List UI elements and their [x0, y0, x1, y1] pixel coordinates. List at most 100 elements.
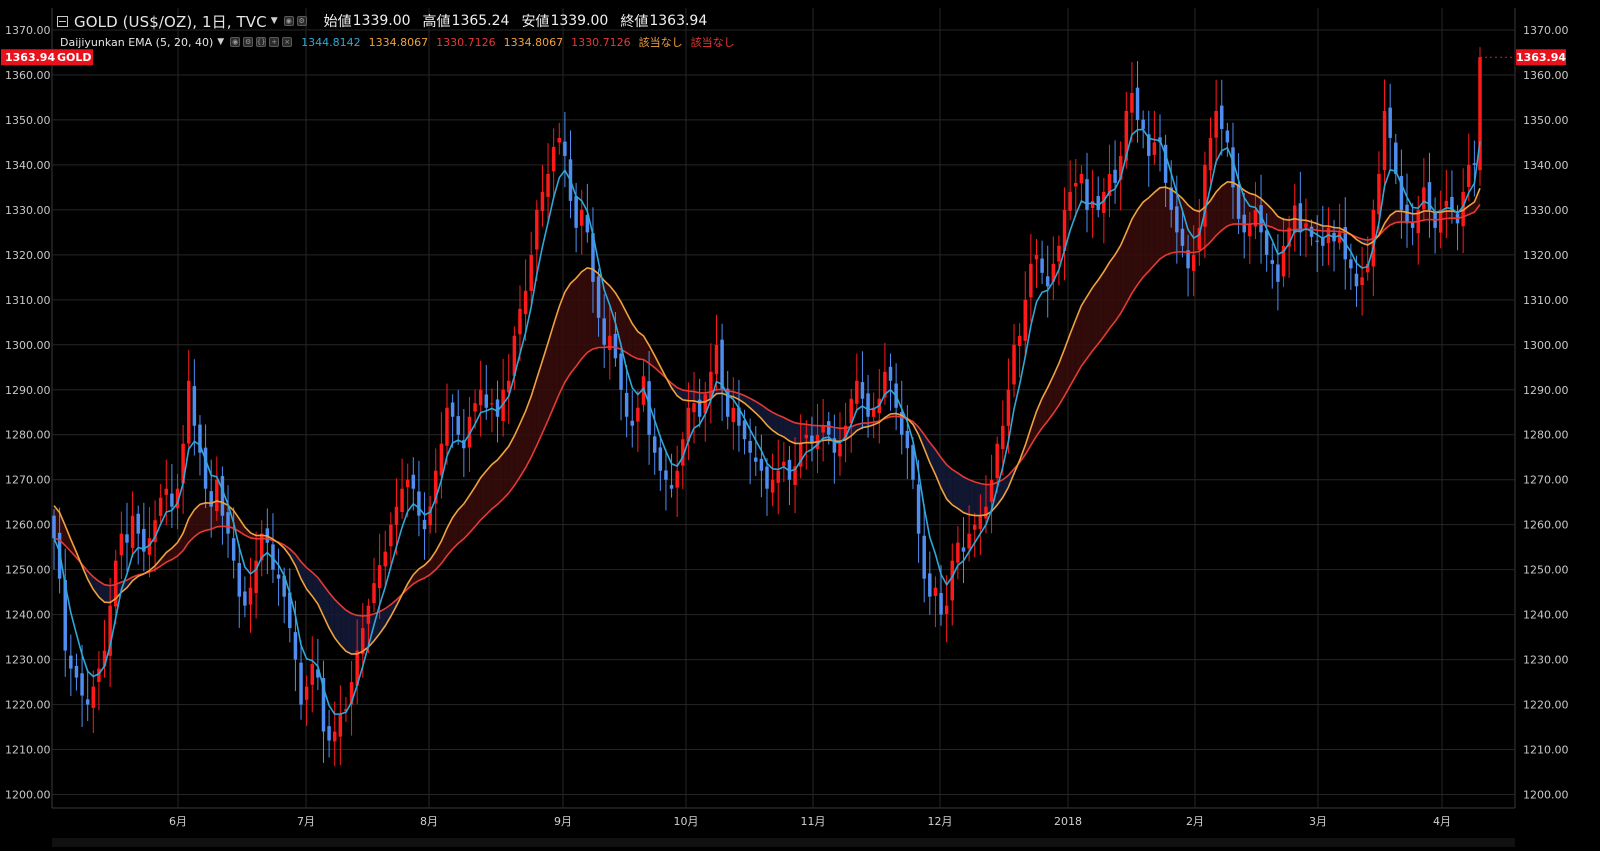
candle-body[interactable] — [518, 308, 522, 335]
candle-body[interactable] — [984, 506, 988, 519]
candle-body[interactable] — [1023, 299, 1027, 341]
candle-body[interactable] — [1012, 344, 1016, 385]
candle-body[interactable] — [1208, 137, 1213, 171]
candle-body[interactable] — [1141, 119, 1145, 129]
candle-body[interactable] — [495, 399, 500, 417]
candle-body[interactable] — [186, 380, 191, 444]
candle-body[interactable] — [1349, 259, 1353, 269]
candle-body[interactable] — [1422, 187, 1426, 210]
candle-body[interactable] — [855, 380, 859, 404]
candle-body[interactable] — [748, 440, 752, 453]
candle-body[interactable] — [579, 209, 584, 226]
candle-body[interactable] — [967, 533, 971, 549]
candle-body[interactable] — [304, 686, 309, 700]
candle-body[interactable] — [237, 562, 242, 597]
candle-body[interactable] — [1405, 204, 1409, 224]
candle-body[interactable] — [928, 573, 932, 597]
candle-body[interactable] — [405, 479, 410, 488]
candle-body[interactable] — [529, 254, 533, 291]
candle-body[interactable] — [91, 686, 96, 708]
candle-body[interactable] — [804, 434, 809, 439]
candle-body[interactable] — [1096, 196, 1100, 210]
candle-body[interactable] — [608, 335, 612, 351]
indicator-name[interactable]: Daijiyunkan EMA (5, 20, 40) — [60, 36, 213, 49]
candle-body[interactable] — [1079, 173, 1084, 184]
candle-body[interactable] — [1068, 191, 1072, 211]
candle-body[interactable] — [422, 519, 427, 530]
candle-body[interactable] — [1191, 254, 1196, 271]
candle-body[interactable] — [136, 513, 140, 534]
chevron-down-icon[interactable]: ▼ — [271, 16, 278, 26]
candle-body[interactable] — [372, 583, 376, 604]
candle-body[interactable] — [658, 447, 663, 471]
candle-body[interactable] — [1152, 142, 1157, 155]
candle-body[interactable] — [619, 353, 623, 390]
candle-body[interactable] — [203, 447, 208, 489]
candle-body[interactable] — [1130, 92, 1134, 113]
candle-body[interactable] — [158, 497, 163, 517]
symbol-title[interactable]: GOLD (US$/OZ), 1日, TVC — [74, 11, 267, 32]
candle-body[interactable] — [411, 474, 416, 489]
candle-body[interactable] — [417, 491, 421, 516]
candle-body[interactable] — [1264, 230, 1269, 255]
candle-body[interactable] — [310, 664, 314, 685]
candle-body[interactable] — [243, 591, 247, 606]
candle-body[interactable] — [226, 512, 230, 534]
candle-body[interactable] — [956, 542, 960, 563]
candle-body[interactable] — [1382, 110, 1387, 171]
candle-body[interactable] — [1298, 203, 1303, 233]
candle-body[interactable] — [439, 443, 444, 476]
candle-body[interactable] — [1040, 258, 1044, 273]
candle-body[interactable] — [765, 466, 769, 489]
candle-body[interactable] — [961, 547, 966, 552]
candle-body[interactable] — [669, 485, 674, 489]
source-code-icon[interactable]: {} — [256, 37, 267, 47]
candle-body[interactable] — [85, 699, 90, 705]
candle-body[interactable] — [74, 665, 79, 678]
candle-body[interactable] — [1074, 182, 1078, 187]
candle-body[interactable] — [1236, 184, 1241, 219]
candle-body[interactable] — [989, 479, 994, 502]
candle-body[interactable] — [1113, 169, 1117, 183]
candle-body[interactable] — [821, 425, 825, 433]
candle-body[interactable] — [478, 389, 483, 406]
candle-body[interactable] — [759, 458, 764, 471]
candle-body[interactable] — [827, 421, 831, 435]
candle-body[interactable] — [1045, 276, 1050, 287]
candle-body[interactable] — [602, 318, 606, 345]
candle-body[interactable] — [209, 491, 213, 507]
candle-body[interactable] — [1304, 223, 1308, 228]
candle-body[interactable] — [170, 493, 174, 507]
candle-body[interactable] — [1001, 425, 1005, 450]
candle-body[interactable] — [231, 538, 236, 561]
candle-body[interactable] — [484, 394, 489, 408]
candle-body[interactable] — [1175, 206, 1179, 233]
candle-body[interactable] — [490, 403, 494, 405]
candle-body[interactable] — [838, 443, 842, 457]
candle-body[interactable] — [613, 333, 618, 359]
candle-body[interactable] — [939, 593, 943, 615]
candle-body[interactable] — [1394, 142, 1398, 174]
candle-body[interactable] — [80, 673, 84, 696]
candle-body[interactable] — [1388, 107, 1392, 138]
candle-body[interactable] — [636, 407, 640, 422]
candle-body[interactable] — [860, 382, 865, 399]
candle-body[interactable] — [1315, 240, 1319, 242]
symbol-legend[interactable]: GOLD (US$/OZ), 1日, TVC ▼ ◉ ⚙ 始値 1339.00 … — [57, 11, 707, 31]
candle-body[interactable] — [1276, 264, 1280, 282]
candle-body[interactable] — [1377, 173, 1381, 215]
candle-body[interactable] — [782, 461, 786, 466]
candle-body[interactable] — [192, 386, 197, 426]
candle-body[interactable] — [905, 430, 910, 449]
candle-body[interactable] — [535, 209, 539, 250]
candle-body[interactable] — [383, 551, 387, 567]
eye-icon[interactable]: ◉ — [230, 37, 241, 47]
candle-body[interactable] — [220, 476, 225, 516]
candle-body[interactable] — [563, 141, 567, 156]
candle-body[interactable] — [1220, 105, 1224, 129]
chevron-down-icon[interactable]: ▼ — [217, 37, 224, 47]
candle-body[interactable] — [456, 416, 460, 435]
chart-panel[interactable]: 1370.00 1370.00 1360.00 1360.00 1350.00 1350.… — [0, 0, 1600, 847]
candle-body[interactable] — [652, 436, 657, 453]
candle-body[interactable] — [551, 146, 556, 172]
